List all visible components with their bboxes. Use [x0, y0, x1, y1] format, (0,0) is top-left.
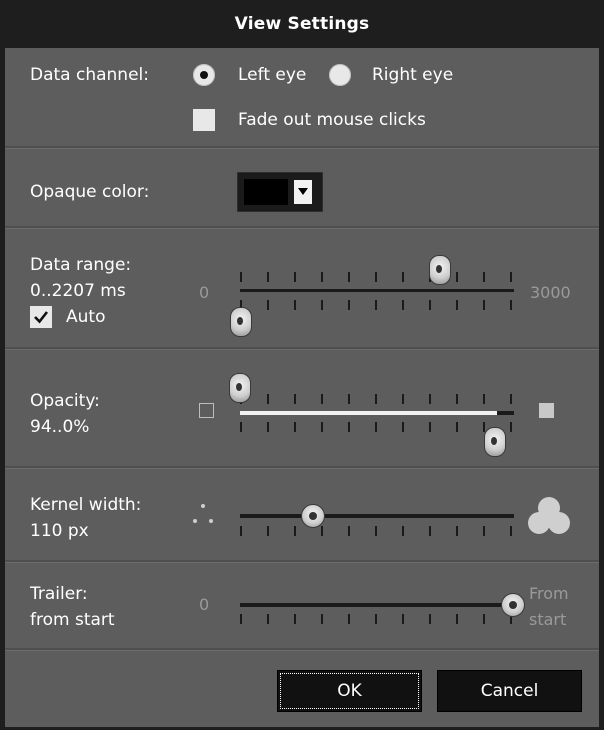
thumb-grip — [309, 512, 317, 520]
checkmark-icon — [34, 311, 49, 324]
radio-selected-dot — [200, 71, 208, 79]
window-border-left — [0, 48, 5, 730]
opaque-square-icon — [539, 403, 554, 418]
trailer-ticks — [240, 614, 514, 624]
section-divider — [5, 560, 599, 563]
opacity-slider-fill — [240, 411, 497, 415]
trailer-max-label-line1: From — [529, 584, 569, 603]
opacity-low-thumb[interactable] — [229, 373, 251, 403]
view-settings-dialog: View Settings Data channel: Left eye Rig… — [0, 0, 604, 730]
section-divider — [5, 648, 599, 651]
opacity-high-thumb[interactable] — [484, 427, 506, 457]
auto-label[interactable]: Auto — [66, 306, 105, 328]
window-border-right — [599, 48, 604, 730]
trailer-thumb[interactable] — [501, 593, 525, 617]
section-divider — [5, 226, 599, 229]
trailer-value: from start — [30, 610, 115, 630]
opaque-color-picker[interactable] — [237, 172, 323, 212]
dialog-title-bar[interactable]: View Settings — [0, 0, 604, 48]
kernel-width-ticks — [240, 526, 514, 536]
left-eye-label[interactable]: Left eye — [238, 64, 306, 86]
kernel-width-thumb[interactable] — [301, 504, 325, 528]
ok-button[interactable]: OK — [277, 670, 422, 712]
auto-checkbox[interactable] — [30, 306, 52, 328]
data-range-high-thumb[interactable] — [429, 255, 451, 285]
thumb-grip — [509, 601, 517, 609]
section-divider — [5, 347, 599, 350]
fade-out-mouse-clicks-label[interactable]: Fade out mouse clicks — [238, 109, 426, 131]
left-eye-radio[interactable] — [193, 64, 215, 86]
right-eye-label[interactable]: Right eye — [372, 64, 453, 86]
data-channel-label: Data channel: — [30, 65, 149, 85]
data-range-max-label: 3000 — [530, 283, 571, 302]
data-range-min-label: 0 — [199, 283, 210, 302]
kernel-width-label: Kernel width: — [30, 495, 142, 515]
data-range-low-thumb[interactable] — [230, 307, 252, 337]
trailer-slider-track[interactable] — [240, 603, 514, 607]
chevron-down-icon[interactable] — [294, 180, 312, 204]
data-range-value: 0..2207 ms — [30, 281, 126, 301]
data-range-slider-track[interactable] — [240, 289, 514, 292]
ok-button-label: OK — [337, 681, 362, 701]
trailer-label: Trailer: — [30, 584, 88, 604]
cancel-button[interactable]: Cancel — [437, 670, 582, 712]
opacity-ticks-top — [240, 394, 514, 404]
opacity-label: Opacity: — [30, 391, 100, 411]
data-range-ticks-bottom — [240, 300, 514, 310]
large-kernel-icon — [528, 497, 570, 534]
kernel-width-slider-track[interactable] — [240, 514, 514, 518]
thumb-grip — [436, 265, 442, 273]
thumb-grip — [237, 317, 243, 325]
thumb-grip — [491, 437, 497, 445]
opaque-color-label: Opaque color: — [30, 182, 150, 202]
transparent-square-icon — [199, 403, 214, 418]
section-divider — [5, 466, 599, 469]
right-eye-radio[interactable] — [329, 64, 351, 86]
cancel-button-label: Cancel — [480, 681, 539, 701]
thumb-grip — [236, 383, 242, 391]
kernel-width-value: 110 px — [30, 521, 89, 541]
opacity-value: 94..0% — [30, 417, 90, 437]
section-divider — [5, 146, 599, 149]
opacity-ticks-bottom — [240, 422, 514, 432]
color-swatch-box — [244, 179, 288, 205]
dialog-title: View Settings — [234, 14, 370, 34]
trailer-max-label-line2: start — [529, 610, 567, 629]
fade-out-mouse-clicks-checkbox[interactable] — [193, 109, 215, 131]
data-range-label: Data range: — [30, 255, 132, 275]
data-range-ticks-top — [240, 272, 514, 282]
small-kernel-icon — [193, 504, 213, 523]
trailer-min-label: 0 — [199, 595, 210, 614]
